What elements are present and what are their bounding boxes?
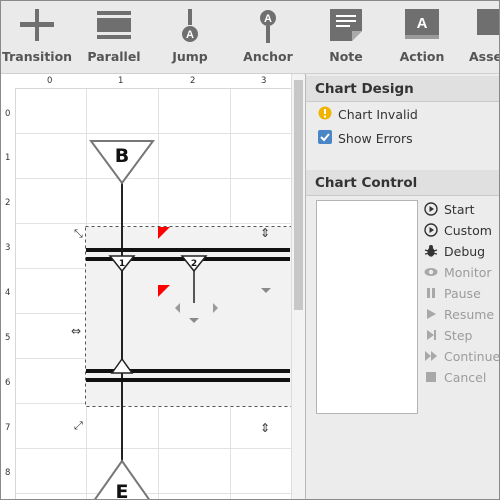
anchor-tool[interactable]: A Anchor xyxy=(237,1,299,73)
cancel-button[interactable]: Cancel xyxy=(424,368,486,388)
chart-invalid-label: Chart Invalid xyxy=(338,107,418,122)
begin-label: B xyxy=(115,145,129,167)
jump-tool[interactable]: A Jump xyxy=(159,1,221,73)
ruler-left-tick: 1 xyxy=(5,153,11,163)
parallel-icon xyxy=(97,11,131,39)
custom-button[interactable]: Custom xyxy=(424,221,492,241)
debug-button[interactable]: Debug xyxy=(424,242,485,262)
parallel-tool[interactable]: Parallel xyxy=(81,1,147,73)
anchor-label: Anchor xyxy=(243,49,293,64)
note-tool[interactable]: Note xyxy=(315,1,377,73)
start-label: Start xyxy=(444,202,475,217)
pause-label: Pause xyxy=(444,286,481,301)
chart-control-header: Chart Control xyxy=(306,170,499,196)
show-errors-checkbox[interactable]: Show Errors xyxy=(318,130,413,148)
assert-label: Assert xyxy=(469,49,499,64)
cancel-label: Cancel xyxy=(444,370,487,385)
eye-icon xyxy=(424,268,438,276)
action-glyph: A xyxy=(417,15,428,32)
show-errors-label: Show Errors xyxy=(338,131,413,146)
pause-icon xyxy=(427,288,435,298)
designer-window: Transition Parallel A Jump A Anchor Note… xyxy=(0,0,500,500)
step-button[interactable]: Step xyxy=(424,326,472,346)
resize-w-handle[interactable]: ⇔ xyxy=(71,324,81,338)
step-label: Step xyxy=(444,328,473,343)
chart-drawing: B 1 2 E ⤡ ⇕ ⇔ ⤢ ⇕ xyxy=(16,89,291,500)
stop-icon xyxy=(426,372,436,382)
transition-tool[interactable]: Transition xyxy=(1,1,73,73)
ruler-left: 0 1 2 3 4 5 6 7 8 xyxy=(1,88,16,499)
monitor-label: Monitor xyxy=(444,265,492,280)
pause-button[interactable]: Pause xyxy=(424,284,481,304)
checkbox-checked-icon[interactable] xyxy=(318,130,332,149)
resume-icon xyxy=(427,309,436,319)
resize-s-handle[interactable]: ⇕ xyxy=(260,421,270,435)
ruler-left-tick: 0 xyxy=(5,109,11,119)
transition-label: Transition xyxy=(1,49,73,64)
resume-button[interactable]: Resume xyxy=(424,305,494,325)
ruler-left-tick: 2 xyxy=(5,198,11,208)
resize-n-handle[interactable]: ⇕ xyxy=(260,226,270,240)
side-panel: Chart Design Chart Invalid Show Errors C… xyxy=(305,74,500,499)
play-icon xyxy=(424,202,438,216)
chart-design-header: Chart Design xyxy=(306,76,499,102)
ruler-top: 0 1 2 3 xyxy=(15,74,291,89)
vertical-scrollbar[interactable] xyxy=(291,74,305,499)
anchor-glyph: A xyxy=(264,13,272,25)
end-label: E xyxy=(116,481,129,500)
parallel-top-bar[interactable] xyxy=(86,248,290,252)
action-tool[interactable]: A Action xyxy=(391,1,453,73)
action-icon: A xyxy=(405,9,439,39)
chart-invalid-row: Chart Invalid xyxy=(318,106,418,124)
ruler-left-tick: 4 xyxy=(5,288,11,298)
continue-icon xyxy=(425,351,437,361)
step-icon xyxy=(427,330,436,340)
jump-1-label: 1 xyxy=(119,259,125,269)
transition-icon xyxy=(20,9,54,41)
custom-label: Custom xyxy=(444,223,492,238)
parallel-label: Parallel xyxy=(87,49,141,64)
jump-label: Jump xyxy=(172,49,208,64)
ruler-left-tick: 8 xyxy=(5,468,11,478)
continue-button[interactable]: Continue xyxy=(424,347,500,367)
ruler-top-tick: 3 xyxy=(261,76,267,86)
jump-icon: A xyxy=(182,9,198,42)
scrollbar-thumb[interactable] xyxy=(294,80,303,310)
play-icon xyxy=(424,223,438,237)
ruler-left-tick: 7 xyxy=(5,423,11,433)
ruler-top-tick: 1 xyxy=(118,76,124,86)
resize-sw-handle[interactable]: ⤢ xyxy=(74,419,83,432)
warning-icon xyxy=(318,106,332,125)
assert-icon xyxy=(477,9,499,35)
anchor-icon: A xyxy=(260,10,276,43)
chart-instance-list[interactable] xyxy=(316,200,418,414)
ruler-top-tick: 2 xyxy=(190,76,196,86)
resume-label: Resume xyxy=(444,307,495,322)
ruler-top-tick: 0 xyxy=(47,76,53,86)
monitor-button[interactable]: Monitor xyxy=(424,263,492,283)
resize-nw-handle[interactable]: ⤡ xyxy=(74,227,83,240)
jump-2-label: 2 xyxy=(191,259,197,269)
continue-label: Continue xyxy=(444,349,500,364)
parallel-bottom-bar-inner xyxy=(86,378,290,382)
chart-canvas[interactable]: 0 1 2 3 0 1 2 3 4 5 6 7 8 B 1 2 E ⤡ ⇕ ⇔ … xyxy=(1,74,305,500)
note-icon xyxy=(330,9,362,41)
action-label: Action xyxy=(399,49,445,64)
toolbar: Transition Parallel A Jump A Anchor Note… xyxy=(1,1,499,74)
ruler-left-tick: 6 xyxy=(5,378,11,388)
note-label: Note xyxy=(329,49,363,64)
debug-label: Debug xyxy=(444,244,486,259)
bug-icon xyxy=(424,245,438,257)
ruler-left-tick: 5 xyxy=(5,333,11,343)
assert-tool[interactable]: Assert xyxy=(463,1,499,73)
ruler-left-tick: 3 xyxy=(5,243,11,253)
start-button[interactable]: Start xyxy=(424,200,475,220)
jump-glyph: A xyxy=(186,29,194,41)
